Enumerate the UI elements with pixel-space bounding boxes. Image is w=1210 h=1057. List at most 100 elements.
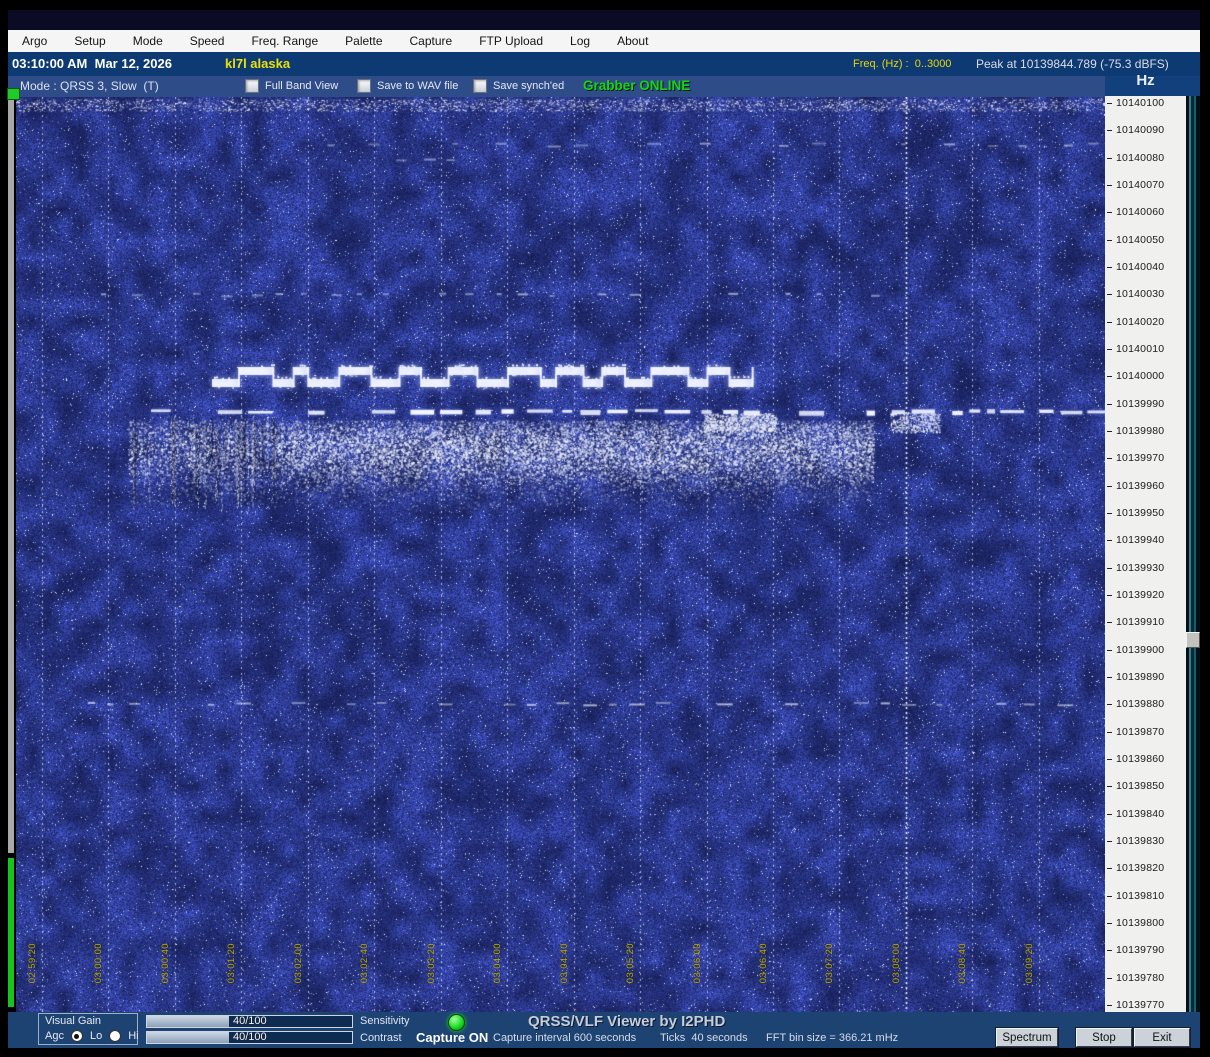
freq-tick-icon <box>1107 266 1112 268</box>
visual-gain-groupbox: Visual Gain Agc Lo Hi <box>38 1013 158 1045</box>
freq-value: 10140060 <box>1116 206 1165 218</box>
freq-tick-icon <box>1107 485 1112 487</box>
freq-value: 10140080 <box>1116 152 1165 164</box>
checkbox-box-icon[interactable] <box>357 79 371 93</box>
menu-item-about[interactable]: About <box>617 34 648 48</box>
slider-fill <box>147 1016 229 1027</box>
freq-label: 10140090 <box>1107 123 1164 137</box>
freq-label: 10139990 <box>1107 397 1164 411</box>
freq-tick-icon <box>1107 703 1112 705</box>
menu-item-speed[interactable]: Speed <box>190 34 225 48</box>
freq-value: 10139890 <box>1116 671 1165 683</box>
freq-value: 10139970 <box>1116 452 1165 464</box>
stop-button[interactable]: Stop <box>1075 1027 1133 1048</box>
menu-item-capture[interactable]: Capture <box>410 34 453 48</box>
freq-value: 10140070 <box>1116 179 1165 191</box>
freq-label: 10139890 <box>1107 670 1164 684</box>
time-label: 03:04:00 <box>492 943 503 984</box>
freq-tick-icon <box>1107 621 1112 623</box>
freq-tick-icon <box>1107 840 1112 842</box>
freq-label: 10139980 <box>1107 424 1164 438</box>
checkbox-full-band-view[interactable]: Full Band View <box>245 79 338 93</box>
freq-label: 10139960 <box>1107 479 1164 493</box>
progress-gauge-fill <box>8 858 14 1007</box>
time-label: 03:02:00 <box>293 943 304 984</box>
exit-button[interactable]: Exit <box>1133 1027 1191 1048</box>
contrast-label: Contrast <box>360 1032 402 1044</box>
freq-value: 10139800 <box>1116 917 1165 929</box>
menu-item-setup[interactable]: Setup <box>74 34 105 48</box>
spectrum-button[interactable]: Spectrum <box>995 1027 1059 1048</box>
checkbox-box-icon[interactable] <box>473 79 487 93</box>
freq-tick-icon <box>1107 813 1112 815</box>
bottom-control-bar: Visual Gain Agc Lo Hi 40/100 40/100 Sensit… <box>8 1012 1200 1048</box>
freq-value: 10139920 <box>1116 589 1165 601</box>
menu-item-mode[interactable]: Mode <box>133 34 163 48</box>
menu-item-log[interactable]: Log <box>570 34 590 48</box>
checkbox-save-synch-ed[interactable]: Save synch'ed <box>473 79 564 93</box>
sensitivity-slider[interactable]: 40/100 <box>146 1015 353 1028</box>
freq-tick-icon <box>1107 567 1112 569</box>
checkbox-label: Full Band View <box>265 80 339 92</box>
menu-item-argo[interactable]: Argo <box>22 34 47 48</box>
freq-label: 10139910 <box>1107 615 1164 629</box>
radio-label-agc: Agc <box>45 1030 64 1042</box>
freq-value: 10140050 <box>1116 234 1165 246</box>
freq-tick-icon <box>1107 594 1112 596</box>
waterfall-canvas <box>16 97 1105 1012</box>
freq-label: 10139930 <box>1107 561 1164 575</box>
menu-item-ftp-upload[interactable]: FTP Upload <box>479 34 543 48</box>
freq-value: 10139780 <box>1116 972 1165 984</box>
time-label: 03:03:20 <box>426 943 437 984</box>
freq-tick-icon <box>1107 239 1112 241</box>
menu-item-palette[interactable]: Palette <box>345 34 382 48</box>
time-label: 02:59:20 <box>27 943 38 984</box>
waterfall-scrollbar[interactable] <box>1186 96 1200 1012</box>
contrast-slider[interactable]: 40/100 <box>146 1031 353 1044</box>
checkbox-box-icon[interactable] <box>245 79 259 93</box>
menu-item-freq-range[interactable]: Freq. Range <box>251 34 318 48</box>
time-label: 03:00:40 <box>160 943 171 984</box>
time-label: 03:07:20 <box>824 943 835 984</box>
freq-label: 10139920 <box>1107 588 1164 602</box>
ticks-label: Ticks 40 seconds <box>660 1032 748 1044</box>
visual-gain-label: Visual Gain <box>45 1015 102 1027</box>
time-label: 03:00:00 <box>93 943 104 984</box>
freq-label: 10140010 <box>1107 342 1164 356</box>
freq-tick-icon <box>1107 867 1112 869</box>
freq-tick-icon <box>1107 102 1112 104</box>
radio-agc[interactable] <box>70 1030 83 1042</box>
freq-value: 10140090 <box>1116 124 1165 136</box>
time-label: 03:01:20 <box>226 943 237 984</box>
checkbox-save-to-wav-file[interactable]: Save to WAV file <box>357 79 458 93</box>
freq-value: 10140040 <box>1116 261 1165 273</box>
freq-value: 10139840 <box>1116 808 1165 820</box>
freq-value: 10139950 <box>1116 507 1165 519</box>
freq-value: 10139930 <box>1116 562 1165 574</box>
freq-tick-icon <box>1107 293 1112 295</box>
freq-label: 10139940 <box>1107 533 1164 547</box>
freq-value: 10139980 <box>1116 425 1165 437</box>
freq-tick-icon <box>1107 157 1112 159</box>
window-title-bar <box>8 10 1200 30</box>
freq-value: 10140100 <box>1116 97 1165 109</box>
checkbox-label: Save to WAV file <box>377 80 459 92</box>
freq-value: 10139790 <box>1116 944 1165 956</box>
freq-label: 10140060 <box>1107 205 1164 219</box>
freq-label: 10140070 <box>1107 178 1164 192</box>
freq-label: 10139870 <box>1107 725 1164 739</box>
freq-tick-icon <box>1107 785 1112 787</box>
freq-tick-icon <box>1107 758 1112 760</box>
freq-value: 10139910 <box>1116 616 1165 628</box>
peak-readout: Peak at 10139844.789 (-75.3 dBFS) <box>976 57 1169 71</box>
freq-label: 10139800 <box>1107 916 1164 930</box>
freq-value: 10140000 <box>1116 370 1165 382</box>
mode-label: Mode : QRSS 3, Slow (T) <box>20 79 159 93</box>
freq-tick-icon <box>1107 949 1112 951</box>
freq-label: 10139880 <box>1107 697 1164 711</box>
scrollbar-thumb[interactable] <box>1186 632 1200 648</box>
progress-gauge-cap <box>7 88 20 100</box>
freq-tick-icon <box>1107 512 1112 514</box>
radio-lo[interactable] <box>109 1030 122 1042</box>
freq-tick-icon <box>1107 649 1112 651</box>
